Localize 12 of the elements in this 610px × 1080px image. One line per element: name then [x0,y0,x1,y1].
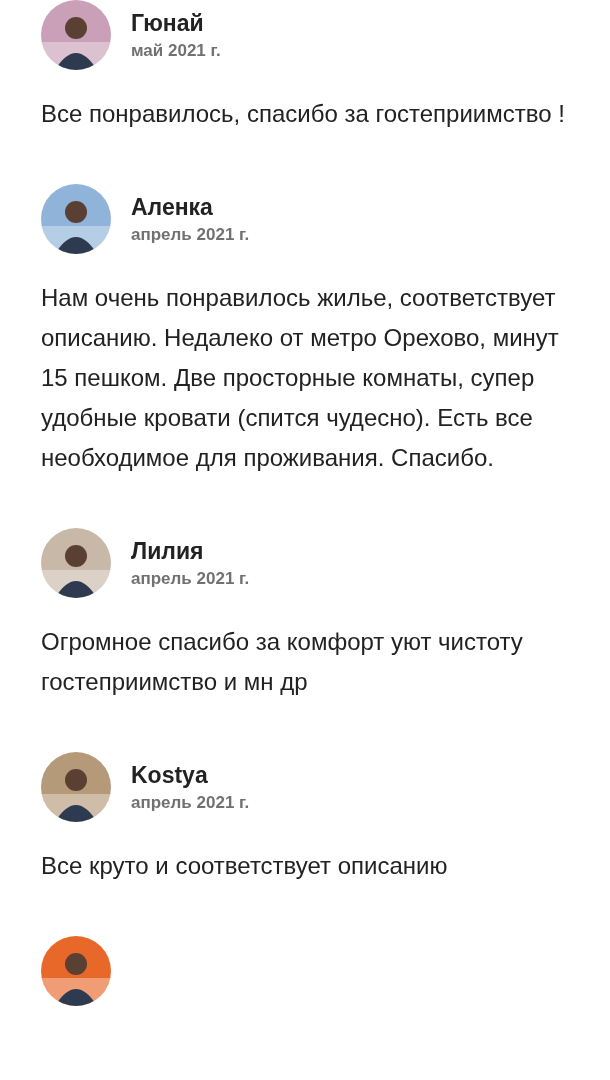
reviewer-name: Лилия [131,537,205,565]
reviewer-name: Гюнай [131,9,205,37]
review-text: Огромное спасибо за комфорт уют чистоту гостеприимство и мн др [41,627,524,697]
review-text: Нам очень понравилось жилье, соответствует описанию. Недалеко от метро Орехово, минут 15 пешком. Две просторные комнаты, супер удобные кровати (спится чудесно). Есть все необходимое для проживания. Спасибо. [41,283,560,473]
reviewer-name: Аленка [131,193,214,221]
review-date: апрель 2021 г. [131,568,250,589]
review-text: Все круто и соответствует описанию [41,851,449,881]
reviewer-name: Kostya [131,761,209,789]
review-date: апрель 2021 г. [131,224,250,245]
review-text: Все понравилось, спасибо за гостеприимство ! [41,99,566,129]
review-date: апрель 2021 г. [131,792,250,813]
review-date: май 2021 г. [131,40,221,61]
